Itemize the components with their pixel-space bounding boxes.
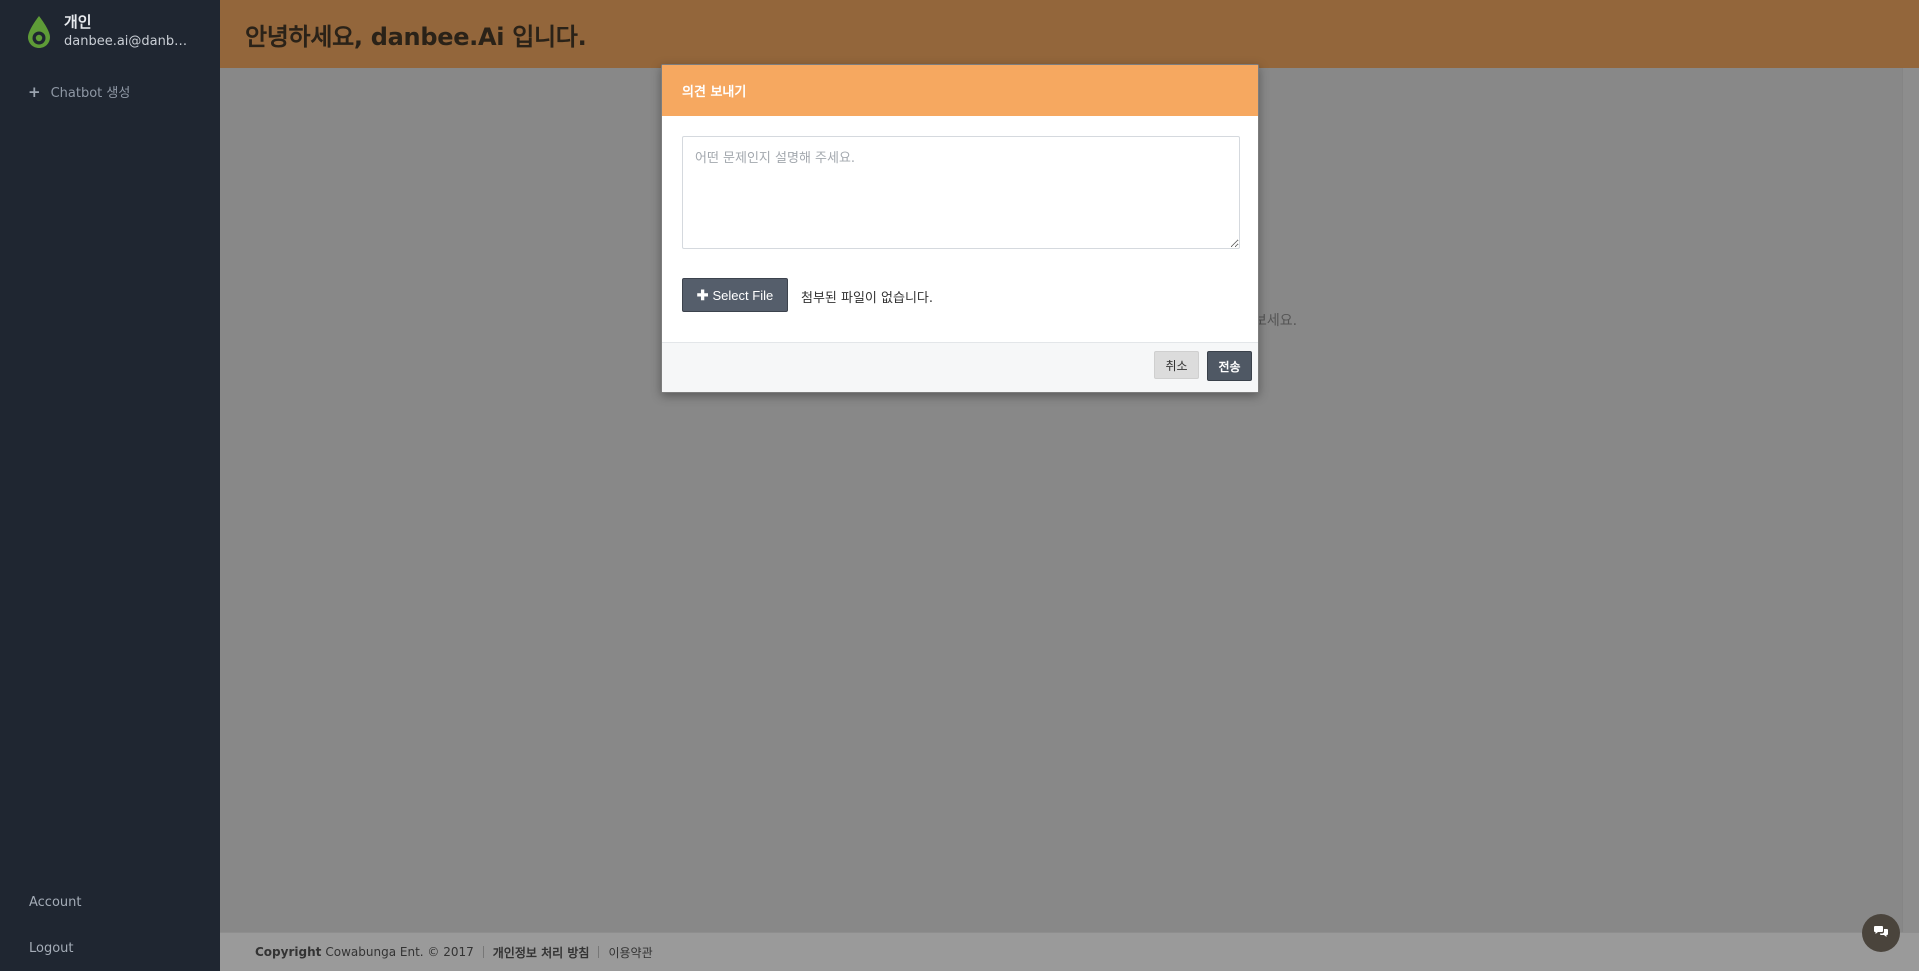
privacy-policy-link[interactable]: 개인정보 처리 방침 <box>493 944 590 961</box>
select-file-label: Select File <box>712 287 774 303</box>
cancel-button[interactable]: 취소 <box>1154 351 1199 379</box>
copyright-label: Copyright <box>255 945 322 959</box>
plus-icon: ✚ <box>696 286 709 303</box>
top-header: 안녕하세요, danbee.Ai 입니다. <box>220 0 1919 68</box>
feedback-modal: 의견 보내기 ✚ Select File 첨부된 파일이 없습니다. 취소 전송 <box>661 64 1259 393</box>
modal-title: 의견 보내기 <box>682 85 747 100</box>
scrollbar[interactable] <box>1902 68 1919 932</box>
plus-icon: + <box>28 82 41 101</box>
profile-name: 개인 <box>64 13 92 31</box>
chat-button[interactable] <box>1862 914 1900 952</box>
footer: Copyright Cowabunga Ent. © 2017 개인정보 처리 … <box>220 932 1919 971</box>
profile-text: 개인 danbee.ai@danbee... <box>64 12 194 52</box>
select-file-button[interactable]: ✚ Select File <box>682 278 788 312</box>
sidebar: 개인 danbee.ai@danbee... + Chatbot 생성 Acco… <box>0 0 220 971</box>
footer-divider <box>598 946 600 958</box>
background-hint-text: 보세요. <box>1254 313 1298 329</box>
profile: 개인 danbee.ai@danbee... <box>24 8 194 56</box>
send-button[interactable]: 전송 <box>1207 351 1252 381</box>
modal-header: 의견 보내기 <box>662 65 1258 116</box>
terms-link[interactable]: 이용약관 <box>608 944 652 961</box>
modal-body: ✚ Select File 첨부된 파일이 없습니다. <box>662 116 1258 344</box>
account-link[interactable]: Account <box>29 895 82 910</box>
create-chatbot-label: Chatbot 생성 <box>50 86 131 101</box>
page-title: 안녕하세요, danbee.Ai 입니다. <box>245 22 587 51</box>
footer-divider <box>482 946 484 958</box>
file-status-text: 첨부된 파일이 없습니다. <box>801 291 933 306</box>
water-drop-logo-icon <box>24 14 54 50</box>
copyright-company: Cowabunga Ent. © 2017 <box>325 945 474 959</box>
modal-footer: 취소 전송 <box>662 342 1258 392</box>
create-chatbot-link[interactable]: + Chatbot 생성 <box>28 82 131 102</box>
logout-link[interactable]: Logout <box>29 941 74 956</box>
profile-email: danbee.ai@danbee... <box>64 34 194 49</box>
chat-bubbles-icon <box>1873 924 1889 943</box>
feedback-textarea[interactable] <box>682 136 1240 249</box>
